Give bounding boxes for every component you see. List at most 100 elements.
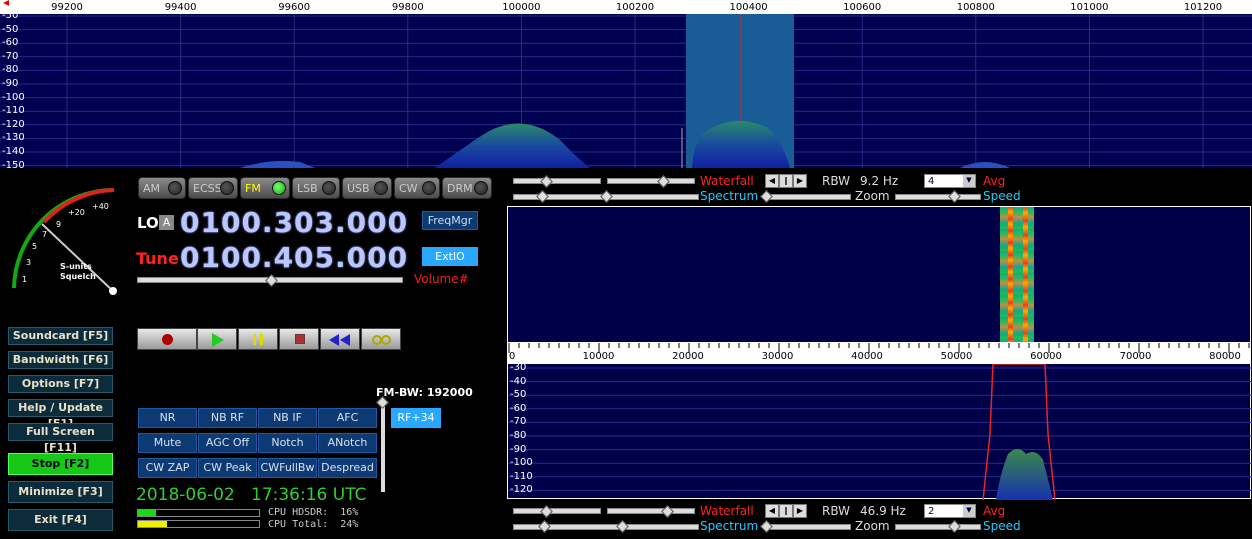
options-button[interactable]: Options [F7] xyxy=(8,375,113,393)
s-meter: 1 3 5 7 9 +20 +40 S-units Squelch xyxy=(4,180,130,298)
af-spectrum-graph xyxy=(508,363,1252,501)
lo-a-button[interactable]: A xyxy=(159,215,174,230)
cpu-total-text: CPU Total: 24% xyxy=(268,519,359,530)
af-speed-slider[interactable] xyxy=(895,524,981,530)
mode-usb-label: USB xyxy=(347,182,370,195)
tune-label: Tune xyxy=(136,249,179,268)
anotch-button[interactable]: ANotch xyxy=(318,433,377,453)
rf-x-tick: 99200 xyxy=(51,2,83,13)
rf-spectrum-graph[interactable] xyxy=(0,0,1252,168)
freqmgr-button[interactable]: FreqMgr xyxy=(422,211,478,230)
bandwidth-button[interactable]: Bandwidth [F6] xyxy=(8,351,113,369)
squelch-knob[interactable] xyxy=(109,287,117,295)
slider-thumb[interactable] xyxy=(760,190,773,203)
lo-frequency[interactable]: 0100.303.000 xyxy=(180,206,408,239)
nb-if-button[interactable]: NB IF xyxy=(258,408,317,428)
rf-x-tick: 100200 xyxy=(615,2,655,13)
mute-button[interactable]: Mute xyxy=(138,433,197,453)
rf-y-tick: -50 xyxy=(2,10,19,21)
rf-waterfall-pause-icon[interactable]: ‖ xyxy=(779,174,793,188)
cw-peak-button[interactable]: CW Peak xyxy=(198,458,257,478)
full-screen-button[interactable]: Full Screen [F11] xyxy=(8,423,113,454)
rf-y-tick: -130 xyxy=(2,132,25,144)
despread-button[interactable]: Despread xyxy=(318,458,377,478)
rf-waterfall-right-arrow-icon[interactable]: ▶ xyxy=(793,174,807,188)
af-zoom-label: Zoom xyxy=(855,519,890,533)
stop-icon xyxy=(295,334,305,344)
rf-x-tick: 101200 xyxy=(1183,2,1223,13)
slider-thumb[interactable] xyxy=(760,520,773,533)
pause-icon xyxy=(253,334,263,345)
s-scale-1: 1 xyxy=(22,275,28,284)
rf-waterfall-label: Waterfall xyxy=(700,174,754,188)
play-button[interactable] xyxy=(197,328,237,350)
pause-button[interactable] xyxy=(238,328,278,350)
rf-zoom-slider[interactable] xyxy=(765,194,851,200)
af-waterfall-pause-icon[interactable]: ‖ xyxy=(779,504,793,518)
slider-thumb[interactable] xyxy=(948,190,961,203)
rf-x-tick: 99600 xyxy=(278,2,311,13)
af-spectrum-display[interactable]: -30 -40 -50 -60 -70 -80 -90 -100 -110 -120 xyxy=(507,363,1252,501)
af-waterfall-slider-2[interactable] xyxy=(607,508,695,514)
rf-gain-button[interactable]: RF+34 xyxy=(391,408,441,428)
stop-button[interactable]: Stop [F2] xyxy=(8,453,113,475)
afc-button[interactable]: AFC xyxy=(318,408,377,428)
fm-bw-slider-track[interactable] xyxy=(381,400,385,492)
tune-frequency[interactable]: 0100.405.000 xyxy=(180,241,408,274)
af-x-tick: 60000 xyxy=(1030,351,1062,362)
help-update-button[interactable]: Help / Update [F1] xyxy=(8,399,113,430)
mode-usb-button[interactable]: USB xyxy=(342,177,392,199)
soundcard-button[interactable]: Soundcard [F5] xyxy=(8,327,113,345)
cw-zap-button[interactable]: CW ZAP xyxy=(138,458,197,478)
af-x-tick: 0 xyxy=(509,351,516,362)
nr-button[interactable]: NR xyxy=(138,408,197,428)
rf-spectrum-display[interactable]: -50 -50 -60 -70 -80 -90 -100 -110 -120 -130 -140 -1… xyxy=(0,0,1252,170)
mode-am-label: AM xyxy=(143,182,161,195)
rf-waterfall-slider-1[interactable] xyxy=(513,178,601,184)
nb-rf-button[interactable]: NB RF xyxy=(198,408,257,428)
mode-ecss-button[interactable]: ECSS xyxy=(188,177,238,199)
af-y-tick: -40 xyxy=(510,375,527,387)
hdsdr-window: -50 -50 -60 -70 -80 -90 -100 -110 -120 -130 -140 -1… xyxy=(0,0,1252,539)
mode-cw-button[interactable]: CW xyxy=(394,177,440,199)
rf-waterfall-slider-2[interactable] xyxy=(607,178,695,184)
mode-drm-button[interactable]: DRM xyxy=(442,177,492,199)
mode-lsb-button[interactable]: LSB xyxy=(292,177,340,199)
extio-button[interactable]: ExtIO xyxy=(422,247,478,266)
rf-speed-slider[interactable] xyxy=(895,194,981,200)
af-x-tick: 50000 xyxy=(940,351,973,362)
notch-button[interactable]: Notch xyxy=(258,433,317,453)
af-avg-select[interactable]: 2 ▼ xyxy=(924,504,976,518)
af-waterfall-display[interactable] xyxy=(507,206,1251,343)
minimize-button[interactable]: Minimize [F3] xyxy=(8,481,113,503)
exit-button[interactable]: Exit [F4] xyxy=(8,509,113,531)
slider-thumb[interactable] xyxy=(616,520,629,533)
squelch-label: Squelch xyxy=(60,272,96,281)
rf-waterfall-left-arrow-icon[interactable]: ◀ xyxy=(765,174,779,188)
rf-x-tick: 101000 xyxy=(1070,2,1109,13)
rf-avg-select[interactable]: 4 ▼ xyxy=(924,174,976,188)
af-waterfall-right-arrow-icon[interactable]: ▶ xyxy=(793,504,807,518)
af-y-tick: -70 xyxy=(510,416,527,428)
af-waterfall-left-arrow-icon[interactable]: ◀ xyxy=(765,504,779,518)
rewind-button[interactable] xyxy=(320,328,360,350)
af-x-tick: 40000 xyxy=(851,351,883,362)
rewind-icon xyxy=(329,334,339,346)
slider-thumb[interactable] xyxy=(600,190,613,203)
cw-full-bw-button[interactable]: CWFullBw xyxy=(258,458,317,478)
rf-spectrum-label: Spectrum xyxy=(700,189,759,203)
agc-off-button[interactable]: AGC Off xyxy=(198,433,257,453)
loop-button[interactable] xyxy=(361,328,401,350)
mode-fm-button[interactable]: FM xyxy=(240,177,290,199)
record-button[interactable] xyxy=(137,328,197,350)
stop-playback-button[interactable] xyxy=(279,328,319,350)
slider-thumb[interactable] xyxy=(538,520,551,533)
slider-thumb[interactable] xyxy=(536,190,549,203)
mode-ecss-label: ECSS xyxy=(193,182,222,195)
mode-am-button[interactable]: AM xyxy=(138,177,186,199)
rf-avg-value: 4 xyxy=(928,176,935,187)
slider-thumb[interactable] xyxy=(948,520,961,533)
af-zoom-slider[interactable] xyxy=(765,524,851,530)
af-waterfall-slider-1[interactable] xyxy=(513,508,601,514)
mode-lsb-label: LSB xyxy=(297,182,318,195)
